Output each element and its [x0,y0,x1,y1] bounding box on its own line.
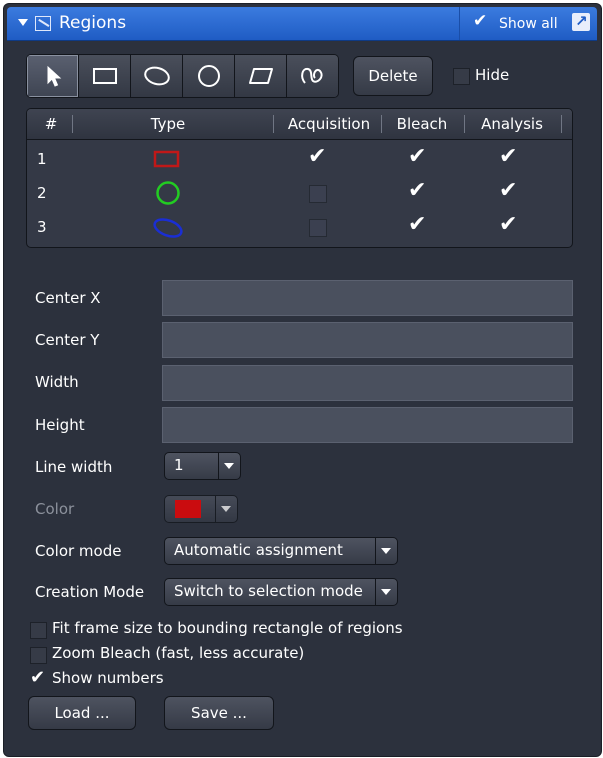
center-y-field[interactable] [162,322,573,358]
circle-icon [197,65,220,87]
bleach-checkbox[interactable] [408,178,426,203]
collapse-arrow-icon[interactable] [18,19,28,26]
zoom-bleach-checkbox[interactable] [30,647,47,664]
col-header-bleach[interactable]: Bleach [382,115,462,133]
column-divider [561,115,562,133]
bleach-checkbox[interactable] [408,212,426,237]
freehand-icon [300,67,323,84]
ellipse-icon [143,66,170,86]
show-numbers-checkbox[interactable] [30,667,45,688]
line-width-select[interactable]: 1 [164,452,241,480]
freehand-tool-button[interactable] [287,55,338,97]
regions-panel: Regions ✔ Show all ↗ Delete Hide # Type … [4,4,601,756]
undock-icon[interactable] [572,12,590,31]
rectangle-icon [92,68,117,84]
color-select[interactable] [164,495,238,523]
center-x-label: Center X [35,289,101,307]
panel-title: Regions [59,13,127,33]
pointer-tool-button[interactable] [27,55,79,97]
hide-label: Hide [475,66,510,84]
regions-icon [35,16,51,31]
row-number: 1 [37,150,47,168]
width-label: Width [35,373,79,391]
color-mode-label: Color mode [35,542,122,560]
height-label: Height [35,416,85,434]
height-field[interactable] [162,407,573,443]
acquisition-checkbox[interactable] [309,219,327,237]
center-x-field[interactable] [162,280,573,316]
region-tools [26,54,339,98]
dropdown-arrow-icon[interactable] [218,453,240,479]
zoom-bleach-label: Zoom Bleach (fast, less accurate) [52,644,305,662]
row-number: 2 [37,184,47,202]
ellipse-region-icon [153,218,183,238]
regions-table: # Type Acquisition Bleach Analysis 1 2 [26,108,573,248]
dropdown-arrow-icon[interactable] [375,538,397,564]
col-header-analysis[interactable]: Analysis [465,115,559,133]
rectangle-tool-button[interactable] [79,55,131,97]
load-button[interactable]: Load ... [28,696,136,730]
color-mode-select[interactable]: Automatic assignment [164,537,398,565]
acquisition-checkbox[interactable] [309,185,327,203]
table-row[interactable]: 3 [27,210,572,244]
polygon-tool-button[interactable] [235,55,287,97]
acquisition-checkbox[interactable] [308,144,326,169]
fit-frame-label: Fit frame size to bounding rectangle of … [52,619,403,637]
delete-button[interactable]: Delete [353,56,433,96]
circle-region-icon [156,181,180,205]
row-number: 3 [37,218,47,236]
dropdown-arrow-icon[interactable] [375,579,397,605]
show-numbers-label: Show numbers [52,669,164,687]
col-header-acquisition[interactable]: Acquisition [274,115,384,133]
table-header: # Type Acquisition Bleach Analysis [27,109,572,140]
table-row[interactable]: 2 [27,176,572,210]
analysis-checkbox[interactable] [499,212,517,237]
width-field[interactable] [162,365,573,401]
color-mode-value: Automatic assignment [174,541,343,559]
header-divider [459,7,460,40]
rectangle-region-icon [153,150,180,168]
panel-header: Regions ✔ Show all [7,7,597,41]
col-header-number[interactable]: # [41,115,61,133]
show-all-label[interactable]: Show all [499,16,558,32]
table-row[interactable]: 1 [27,142,572,176]
creation-mode-select[interactable]: Switch to selection mode [164,578,398,606]
line-width-value: 1 [174,456,184,474]
analysis-checkbox[interactable] [499,144,517,169]
fit-frame-checkbox[interactable] [30,622,47,639]
circle-tool-button[interactable] [183,55,235,97]
color-label: Color [35,500,75,518]
center-y-label: Center Y [35,331,100,349]
creation-mode-value: Switch to selection mode [174,582,363,600]
line-width-label: Line width [35,458,113,476]
ellipse-tool-button[interactable] [131,55,183,97]
pointer-icon [47,65,61,87]
hide-checkbox[interactable] [453,68,470,85]
creation-mode-label: Creation Mode [35,583,145,601]
show-all-check-icon[interactable]: ✔ [473,11,487,31]
bleach-checkbox[interactable] [408,144,426,169]
dropdown-arrow-icon[interactable] [215,496,237,522]
analysis-checkbox[interactable] [499,178,517,203]
save-button[interactable]: Save ... [164,696,274,730]
polygon-icon [248,68,273,84]
color-swatch [175,500,201,518]
col-header-type[interactable]: Type [73,115,263,133]
